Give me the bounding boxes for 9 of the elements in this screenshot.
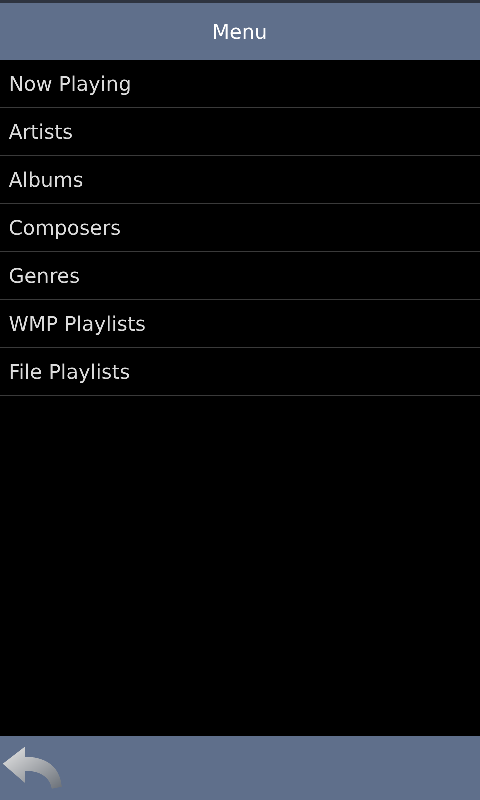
menu-item[interactable]: File Playlists	[0, 348, 480, 396]
menu-item[interactable]: Composers	[0, 204, 480, 252]
back-arrow-icon[interactable]	[2, 747, 62, 789]
menu-item[interactable]: WMP Playlists	[0, 300, 480, 348]
menu-item[interactable]: Genres	[0, 252, 480, 300]
menu-item[interactable]: Now Playing	[0, 60, 480, 108]
window-title: Menu	[212, 20, 268, 44]
menu-item[interactable]: Albums	[0, 156, 480, 204]
menu-item[interactable]: Artists	[0, 108, 480, 156]
